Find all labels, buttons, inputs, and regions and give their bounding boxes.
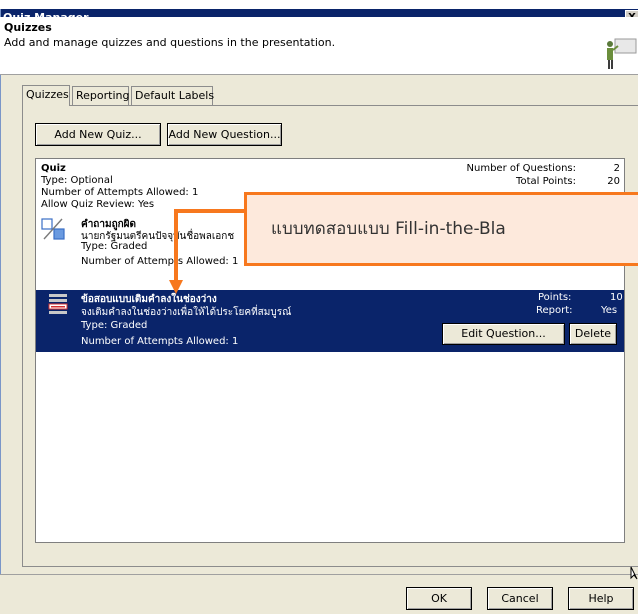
quiz-title: Quiz xyxy=(41,163,66,174)
quiz-type: Type: Optional xyxy=(41,175,113,186)
add-new-quiz-button[interactable]: Add New Quiz... xyxy=(35,123,161,146)
quiz-review: Allow Quiz Review: Yes xyxy=(41,199,155,210)
question-text: จงเติมคำลงในช่องว่างเพื่อให้ได้ประโยคที่… xyxy=(81,307,292,318)
header-title: Quizzes xyxy=(4,21,52,34)
total-points-label: Total Points: xyxy=(516,176,576,187)
tab-quizzes[interactable]: Quizzes xyxy=(22,85,70,106)
presenter-icon xyxy=(602,35,638,71)
ok-button[interactable]: OK xyxy=(406,587,472,610)
num-questions-value: 2 xyxy=(613,163,620,174)
points-value: 10 xyxy=(610,292,623,303)
help-button[interactable]: Help xyxy=(568,587,634,610)
quiz-attempts: Number of Attempts Allowed: 1 xyxy=(41,187,199,198)
total-points-value: 20 xyxy=(607,176,620,187)
question-type: Type: Graded xyxy=(81,241,148,252)
delete-button[interactable]: Delete xyxy=(569,323,617,345)
callout-text: แบบทดสอบแบบ Fill-in-the-Bla xyxy=(271,219,506,239)
fill-in-blank-icon xyxy=(48,294,68,314)
cancel-button[interactable]: Cancel xyxy=(487,587,553,610)
tab-reporting[interactable]: Reporting xyxy=(72,86,129,105)
dialog-header: Quizzes Add and manage quizzes and quest… xyxy=(0,17,638,75)
edit-question-button[interactable]: Edit Question... xyxy=(442,323,565,345)
tab-default-labels[interactable]: Default Labels xyxy=(131,86,214,105)
true-false-icon xyxy=(41,218,65,240)
question-type: Type: Graded xyxy=(81,320,148,331)
callout-arrow xyxy=(169,209,246,294)
points-label: Points: xyxy=(538,292,572,303)
num-questions-label: Number of Questions: xyxy=(466,163,576,174)
question-attempts: Number of Attempts Allowed: 1 xyxy=(81,336,239,347)
cursor-icon xyxy=(630,566,638,580)
report-label: Report: xyxy=(536,305,573,316)
header-description: Add and manage quizzes and questions in … xyxy=(4,36,336,49)
add-new-question-button[interactable]: Add New Question... xyxy=(167,123,282,146)
report-value: Yes xyxy=(601,305,618,316)
annotation-callout: แบบทดสอบแบบ Fill-in-the-Bla xyxy=(244,192,638,266)
